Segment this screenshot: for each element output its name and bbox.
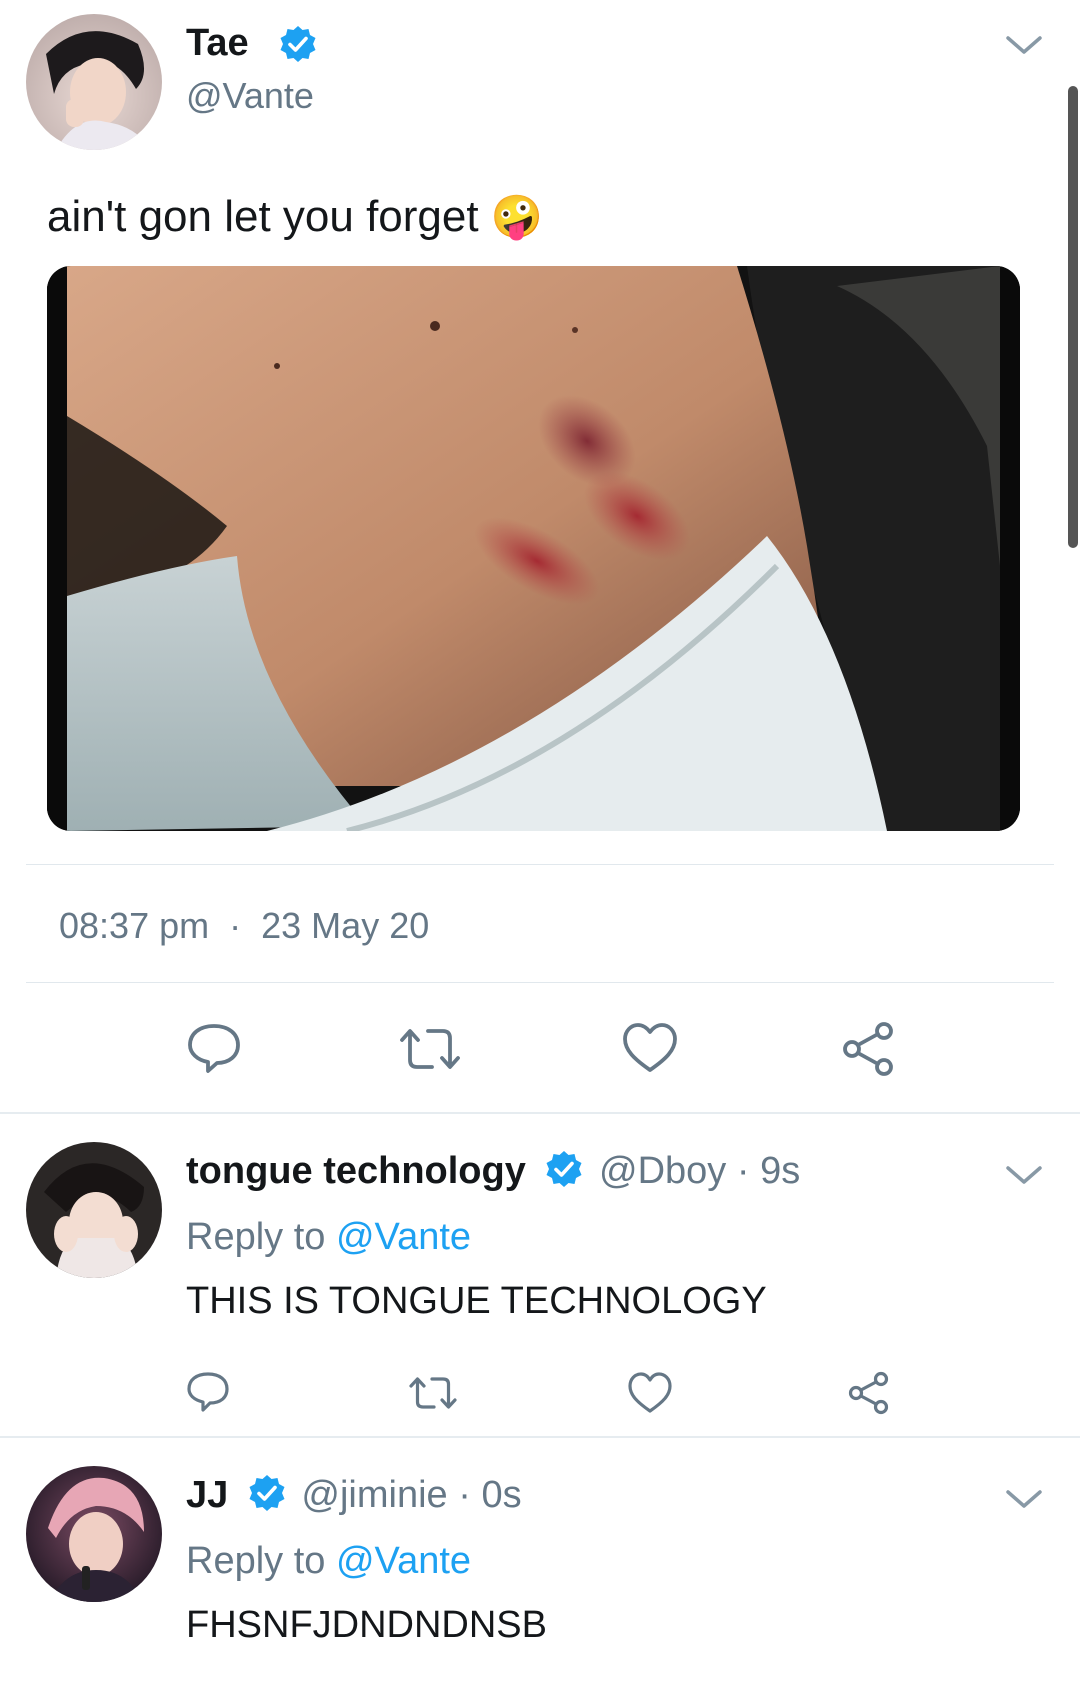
- section-divider: [0, 1436, 1080, 1438]
- reply-context: Reply to @Vante: [186, 1538, 471, 1584]
- share-icon[interactable]: [846, 1370, 892, 1416]
- chevron-down-icon[interactable]: [1002, 30, 1046, 58]
- reply-icon[interactable]: [186, 1370, 230, 1414]
- reply-handle[interactable]: @jiminie: [301, 1474, 447, 1516]
- reply-text: THIS IS TONGUE TECHNOLOGY: [186, 1280, 767, 1322]
- reply-display-name[interactable]: tongue technology: [186, 1150, 526, 1192]
- like-icon[interactable]: [622, 1022, 678, 1074]
- chevron-down-icon[interactable]: [1002, 1160, 1046, 1188]
- tweet-time: 08:37 pm: [59, 905, 210, 946]
- timestamp-separator: ·: [229, 905, 242, 946]
- author-handle[interactable]: @Vante: [186, 74, 314, 118]
- like-icon[interactable]: [628, 1372, 672, 1414]
- chevron-down-icon[interactable]: [1002, 1484, 1046, 1512]
- reply-header: JJ @jiminie · 0s: [186, 1472, 522, 1518]
- verified-badge-icon: [544, 1149, 584, 1189]
- tweet-date: 23 May 20: [261, 905, 430, 946]
- scrollbar-thumb[interactable]: [1068, 86, 1078, 548]
- tweet-media-image[interactable]: [47, 266, 1020, 831]
- author-display-name[interactable]: Tae: [186, 20, 249, 66]
- reply-avatar[interactable]: [26, 1466, 162, 1602]
- divider: [26, 982, 1054, 983]
- section-divider: [0, 1112, 1080, 1114]
- retweet-icon[interactable]: [408, 1372, 458, 1414]
- verified-badge-icon: [278, 24, 318, 64]
- reply-to-mention[interactable]: @Vante: [336, 1216, 471, 1258]
- reply-display-name[interactable]: JJ: [186, 1474, 228, 1516]
- share-icon[interactable]: [840, 1020, 898, 1078]
- reply-handle[interactable]: @Dboy: [599, 1150, 726, 1192]
- zany-face-emoji: 🤪: [490, 192, 544, 241]
- reply-to-mention[interactable]: @Vante: [336, 1540, 471, 1582]
- tweet-text: ain't gon let you forget: [47, 192, 479, 241]
- reply-header: tongue technology @Dboy · 9s: [186, 1148, 800, 1194]
- reply-age: · 0s: [458, 1474, 522, 1516]
- divider: [26, 864, 1054, 865]
- tweet-timestamp: 08:37 pm · 23 May 20: [59, 904, 429, 948]
- retweet-icon[interactable]: [398, 1022, 462, 1076]
- reply-icon[interactable]: [186, 1020, 242, 1076]
- verified-badge-icon: [247, 1473, 287, 1513]
- tweet-text-line: ain't gon let you forget 🤪: [47, 190, 543, 244]
- reply-to-label: Reply to: [186, 1540, 326, 1582]
- reply-avatar[interactable]: [26, 1142, 162, 1278]
- reply-to-label: Reply to: [186, 1216, 326, 1258]
- author-avatar[interactable]: [26, 14, 162, 150]
- reply-context: Reply to @Vante: [186, 1214, 471, 1260]
- reply-age: · 9s: [736, 1150, 801, 1192]
- reply-text: FHSNFJDNDNDNSB: [186, 1604, 547, 1646]
